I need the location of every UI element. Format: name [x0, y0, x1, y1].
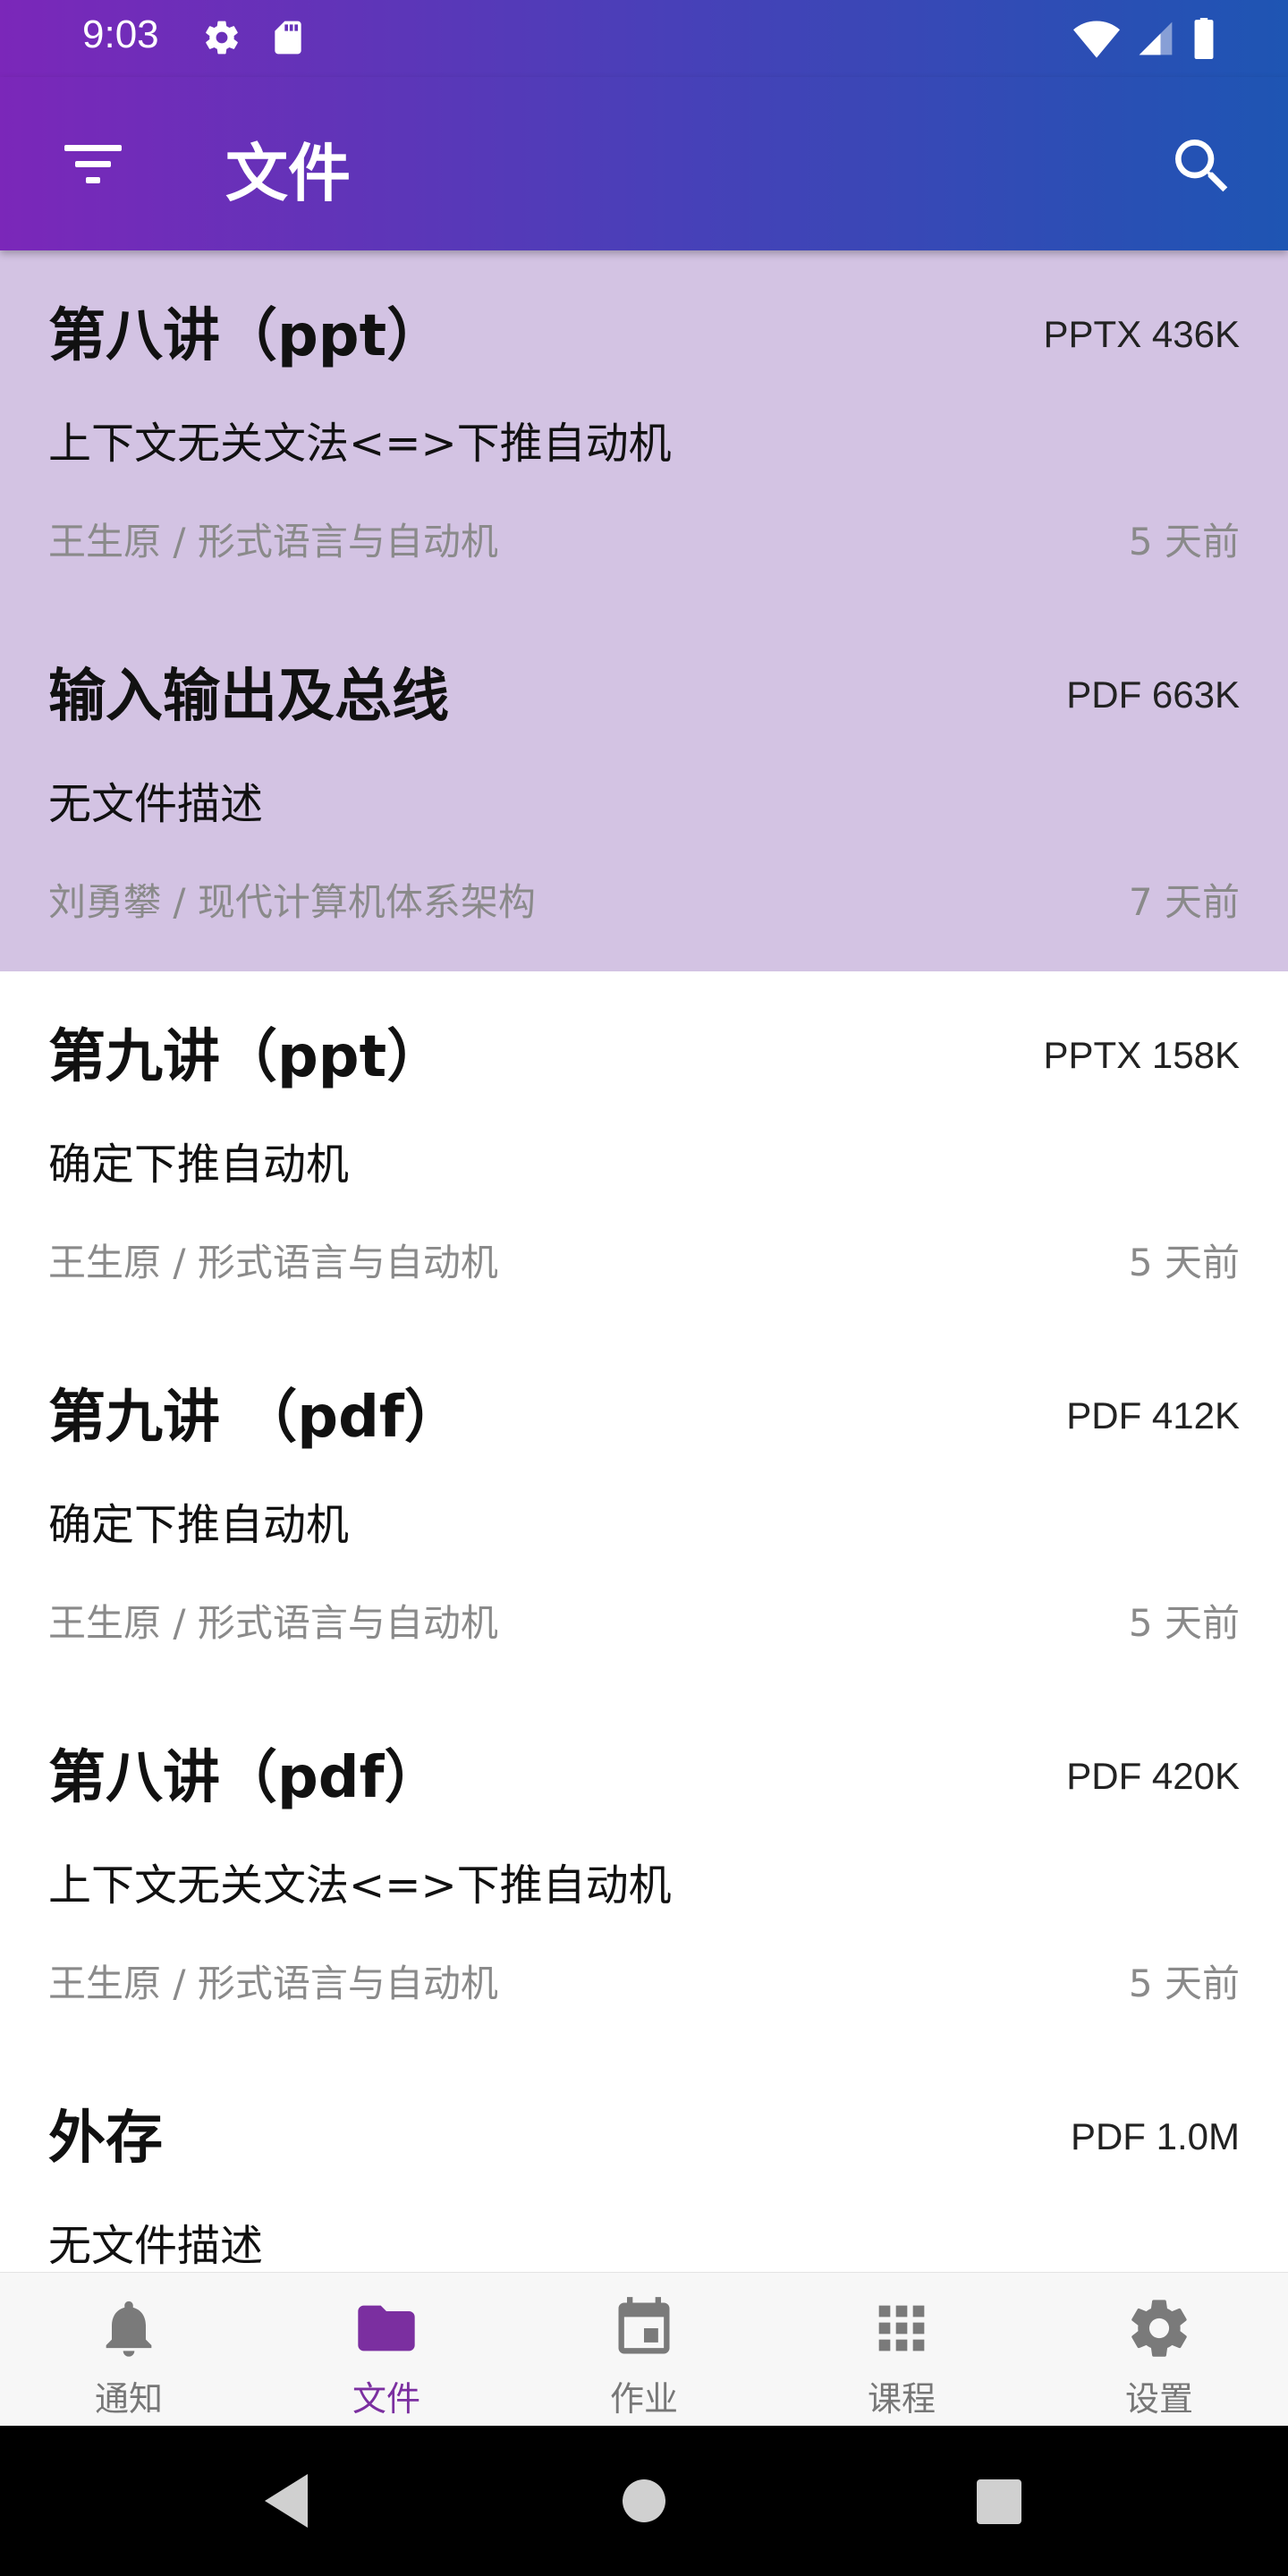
file-time: 5 天前 [1128, 1601, 1240, 1645]
battery-icon [1194, 18, 1214, 59]
nav-item-courses[interactable]: 课程 [773, 2273, 1030, 2426]
file-type-size: PDF 412K [1066, 1394, 1240, 1436]
file-list-item[interactable]: 第八讲（pdf） PDF 420K 上下文无关文法<=>下推自动机 王生原 / … [0, 1692, 1288, 2053]
wifi-icon [1073, 21, 1120, 58]
file-time: 5 天前 [1128, 1241, 1240, 1284]
page-title: 文件 [225, 137, 351, 210]
file-type-size: PDF 1.0M [1070, 2115, 1240, 2157]
nav-label: 作业 [609, 2379, 678, 2419]
file-time: 5 天前 [1128, 1962, 1240, 2005]
grid-icon [878, 2305, 925, 2351]
filter-icon [64, 145, 122, 183]
file-description: 上下文无关文法<=>下推自动机 [48, 419, 672, 469]
status-time: 9:03 [82, 13, 159, 56]
file-title: 第八讲（ppt） [48, 303, 445, 369]
file-list-item[interactable]: 外存 PDF 1.0M 无文件描述 [0, 2053, 1288, 2272]
back-icon[interactable] [259, 2470, 313, 2531]
file-time: 5 天前 [1128, 520, 1240, 564]
sd-card-icon [275, 21, 301, 55]
nav-item-homework[interactable]: 作业 [515, 2273, 773, 2426]
file-course: 王生原 / 形式语言与自动机 [48, 1962, 498, 2005]
file-list: 第八讲（ppt） PPTX 436K 上下文无关文法<=>下推自动机 王生原 /… [0, 250, 1288, 2272]
file-list-item[interactable]: 第八讲（ppt） PPTX 436K 上下文无关文法<=>下推自动机 王生原 /… [0, 250, 1288, 611]
calendar-icon [618, 2297, 670, 2354]
status-system-icons [1073, 18, 1216, 59]
home-icon[interactable] [623, 2479, 665, 2522]
file-list-item[interactable]: 输入输出及总线 PDF 663K 无文件描述 刘勇攀 / 现代计算机体系架构 7… [0, 611, 1288, 971]
status-bar: 9:03 [0, 0, 1288, 77]
nav-label: 设置 [1124, 2379, 1193, 2419]
nav-label: 通知 [94, 2379, 163, 2419]
gear-icon [206, 21, 238, 55]
nav-item-files[interactable]: 文件 [258, 2273, 515, 2426]
file-type-size: PPTX 436K [1043, 313, 1240, 355]
file-type-size: PPTX 158K [1043, 1034, 1240, 1076]
file-description: 确定下推自动机 [48, 1140, 350, 1190]
file-title: 第八讲（pdf） [48, 1745, 442, 1811]
file-type-size: PDF 663K [1066, 674, 1240, 716]
file-title: 输入输出及总线 [48, 664, 449, 730]
filter-button[interactable] [57, 138, 129, 191]
file-type-size: PDF 420K [1066, 1755, 1240, 1797]
file-course: 刘勇攀 / 现代计算机体系架构 [48, 880, 536, 924]
file-list-item[interactable]: 第九讲 （pdf） PDF 412K 确定下推自动机 王生原 / 形式语言与自动… [0, 1332, 1288, 1692]
bell-icon [106, 2301, 152, 2357]
file-description: 无文件描述 [48, 779, 264, 829]
system-nav-bar [0, 2426, 1288, 2576]
file-course: 王生原 / 形式语言与自动机 [48, 520, 498, 564]
file-description: 无文件描述 [48, 2221, 264, 2271]
file-title: 第九讲 （pdf） [48, 1385, 462, 1451]
recents-icon[interactable] [977, 2479, 1021, 2524]
app-bar: 文件 [0, 77, 1288, 250]
nav-label: 文件 [352, 2379, 420, 2419]
folder-icon [358, 2305, 415, 2351]
search-icon [1175, 140, 1228, 192]
gear-icon [1131, 2300, 1187, 2357]
search-button[interactable] [1166, 131, 1238, 202]
signal-icon [1139, 21, 1173, 55]
file-title: 外存 [48, 2106, 163, 2172]
file-list-item[interactable]: 第九讲（ppt） PPTX 158K 确定下推自动机 王生原 / 形式语言与自动… [0, 971, 1288, 1332]
nav-label: 课程 [867, 2379, 936, 2419]
nav-item-notifications[interactable]: 通知 [0, 2273, 258, 2426]
file-title: 第九讲（ppt） [48, 1024, 445, 1090]
file-description: 确定下推自动机 [48, 1500, 350, 1550]
bottom-nav: 通知 文件 作业 课程 设置 [0, 2272, 1288, 2426]
nav-item-settings[interactable]: 设置 [1030, 2273, 1288, 2426]
file-time: 7 天前 [1128, 880, 1240, 924]
file-course: 王生原 / 形式语言与自动机 [48, 1601, 498, 1645]
file-course: 王生原 / 形式语言与自动机 [48, 1241, 498, 1284]
status-notification-icons [202, 18, 308, 57]
file-description: 上下文无关文法<=>下推自动机 [48, 1860, 672, 1911]
